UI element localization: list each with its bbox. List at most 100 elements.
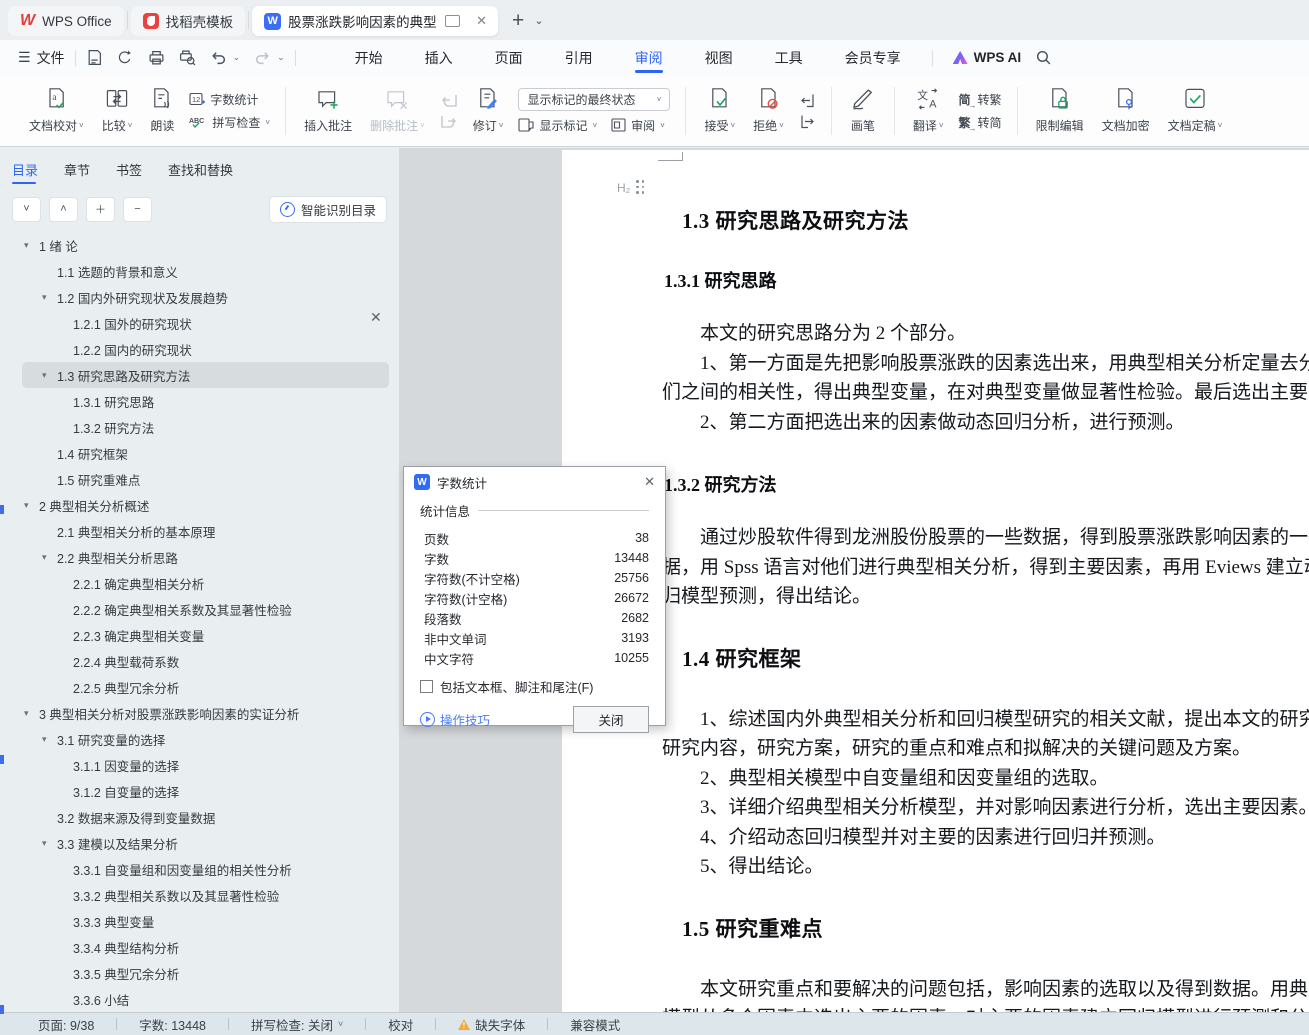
toc-item[interactable]: ▾ 2.1 典型相关分析的基本原理 [0, 518, 399, 544]
collapse-arrow-icon[interactable]: ▾ [24, 500, 39, 511]
doc-line[interactable]: 模型从多个因素中选出主要的因素。对主要的因素建立回归模型进行预测和分析结 [662, 1004, 1309, 1012]
spell-check-button[interactable]: ABC 拼写检查 ˅ [189, 114, 270, 131]
translate-button[interactable]: 文 A 翻译 ˅ [904, 87, 953, 134]
tab-wps-home[interactable]: W WPS Office [8, 6, 124, 36]
undo-icon[interactable] [210, 49, 227, 66]
doc-line[interactable]: 2、典型相关模型中自变量组和因变量组的选取。 [662, 764, 1309, 794]
heading-drag-handle[interactable]: H₂ [617, 180, 646, 195]
toc-item[interactable]: ▾ 3.3.6 小结 [0, 986, 399, 1012]
toc-item[interactable]: ▾ 2.2.2 确定典型相关系数及其显著性检验 [0, 596, 399, 622]
doc-line[interactable]: 4、介绍动态回归模型并对主要的因素进行回归并预测。 [662, 823, 1309, 853]
next-comment-button[interactable] [440, 114, 458, 129]
toc-item[interactable]: ▾ 1 绪 论 [0, 232, 399, 258]
compare-button[interactable]: 比较 ˅ [93, 87, 142, 134]
doc-line[interactable]: 1.4 研究框架 [682, 647, 1309, 671]
page-indicator[interactable]: 页面: 9/38 [38, 1015, 94, 1034]
finalize-document-button[interactable]: 文档定稿 ˅ [1159, 87, 1232, 134]
toc-expand-all-button[interactable]: ＋ [86, 196, 115, 222]
menu-tab[interactable]: 开始 [334, 40, 404, 75]
doc-line[interactable]: 2、第二方面把选出来的因素做动态回归分析，进行预测。 [662, 408, 1309, 438]
toc-item[interactable]: ▾ 1.3.2 研究方法 [0, 414, 399, 440]
delete-comment-button[interactable]: 删除批注 ˅ [361, 87, 434, 134]
collapse-arrow-icon[interactable]: ▾ [42, 552, 57, 563]
save-icon[interactable] [86, 49, 103, 66]
previous-change-button[interactable] [799, 93, 816, 108]
toc-item[interactable]: ▾ 1.2.2 国内的研究现状 [0, 336, 399, 362]
collapse-arrow-icon[interactable]: ▾ [42, 292, 57, 303]
collapse-arrow-icon[interactable]: ▾ [42, 838, 57, 849]
dialog-close-icon[interactable]: ✕ [644, 474, 655, 490]
review-pane-button[interactable]: 审阅 ˅ [611, 117, 665, 134]
doc-proof-button[interactable]: a 文档校对 ˅ [20, 87, 93, 134]
next-change-button[interactable] [799, 114, 816, 129]
previous-comment-button[interactable] [440, 93, 458, 108]
dialog-title-bar[interactable]: W 字数统计 ✕ [404, 467, 665, 497]
doc-line[interactable]: 1、第一方面是先把影响股票涨跌的因素选出来，用典型相关分析定量去分析 [662, 349, 1309, 379]
doc-line[interactable]: 通过炒股软件得到龙洲股份股票的一些数据，得到股票涨跌影响因素的一些数 [662, 523, 1309, 553]
redo-icon[interactable] [254, 49, 271, 66]
tab-current-document[interactable]: W 股票涨跌影响因素的典型相关分析 ✕ [252, 6, 499, 36]
reject-change-button[interactable]: 拒绝 ˅ [744, 87, 793, 134]
read-aloud-button[interactable]: 朗读 [141, 87, 183, 134]
encrypt-document-button[interactable]: 文档加密 [1093, 87, 1159, 134]
spell-check-toggle[interactable]: 拼写检查: 关闭 ˅ [251, 1015, 343, 1034]
sidebar-tab[interactable]: 书签 [116, 148, 142, 190]
toc-item[interactable]: ▾ 2 典型相关分析概述 [0, 492, 399, 518]
doc-line[interactable]: 5、得出结论。 [662, 852, 1309, 882]
collapse-arrow-icon[interactable]: ▾ [42, 734, 57, 745]
file-menu-button[interactable]: ☰ 文件 [18, 48, 65, 68]
menu-tab[interactable]: 会员专享 [824, 40, 922, 75]
toc-item[interactable]: ▾ 3.3 建模以及结果分析 [0, 830, 399, 856]
markup-state-dropdown[interactable]: 显示标记的最终状态 ˅ [518, 87, 671, 111]
quick-toolbar-dropdown-icon[interactable]: ⌄ [277, 52, 285, 63]
proofing-button[interactable]: 校对 [388, 1015, 413, 1034]
doc-line[interactable]: 1、综述国内外典型相关分析和回归模型研究的相关文献，提出本文的研究问题 [662, 705, 1309, 735]
smart-toc-button[interactable]: 智能识别目录 [268, 195, 387, 223]
close-tab-icon[interactable]: ✕ [473, 12, 490, 30]
doc-line[interactable]: 本文的研究思路分为 2 个部分。 [662, 319, 1309, 349]
missing-font-warning[interactable]: 缺失字体 [458, 1015, 525, 1034]
doc-line[interactable]: 研究内容，研究方案，研究的重点和难点和拟解决的关键问题及方案。 [662, 734, 1309, 764]
toc-item[interactable]: ▾ 2.2.4 典型载荷系数 [0, 648, 399, 674]
toc-item[interactable]: ▾ 1.4 研究框架 [0, 440, 399, 466]
undo-dropdown-icon[interactable]: ⌄ [233, 52, 241, 63]
doc-line[interactable]: 1.5 研究重难点 [682, 917, 1309, 941]
toc-item[interactable]: ▾ 3.2 数据来源及得到变量数据 [0, 804, 399, 830]
toc-item[interactable]: ▾ 1.2 国内外研究现状及发展趋势 [0, 284, 399, 310]
toc-item[interactable]: ▾ 1.3.1 研究思路 [0, 388, 399, 414]
toc-item[interactable]: ▾ 1.2.1 国外的研究现状 [0, 310, 399, 336]
toc-item[interactable]: ▾ 3 典型相关分析对股票涨跌影响因素的实证分析 [0, 700, 399, 726]
toc-item[interactable]: ▾ 2.2.1 确定典型相关分析 [0, 570, 399, 596]
simplified-to-traditional-button[interactable]: 简 → 转繁 [959, 91, 1002, 110]
wps-ai-button[interactable]: WPS AI [952, 50, 1021, 65]
doc-line[interactable]: 据，用 Spss 语言对他们进行典型相关分析，得到主要因素，再用 Eviews … [662, 553, 1309, 583]
traditional-to-simplified-button[interactable]: 繁 → 转简 [959, 114, 1002, 133]
doc-line[interactable]: 3、详细介绍典型相关分析模型，并对影响因素进行分析，选出主要因素。 [662, 793, 1309, 823]
toc-item[interactable]: ▾ 3.3.5 典型冗余分析 [0, 960, 399, 986]
toc-item[interactable]: ▾ 2.2.5 典型冗余分析 [0, 674, 399, 700]
toc-item[interactable]: ▾ 2.2 典型相关分析思路 [0, 544, 399, 570]
toc-item[interactable]: ▾ 3.1.2 自变量的选择 [0, 778, 399, 804]
track-changes-button[interactable]: 修订 ˅ [464, 87, 513, 134]
collapse-arrow-icon[interactable]: ▾ [24, 240, 39, 251]
sidebar-tab[interactable]: 目录 [12, 148, 38, 190]
collapse-arrow-icon[interactable]: ▾ [24, 708, 39, 719]
checkbox-icon[interactable] [420, 680, 433, 693]
tab-list-dropdown-icon[interactable]: ⌄ [534, 14, 543, 27]
menu-tab[interactable]: 工具 [754, 40, 824, 75]
doc-line[interactable]: 们之间的相关性，得出典型变量，在对典型变量做显著性检验。最后选出主要的因素 [662, 378, 1309, 408]
toc-item[interactable]: ▾ 3.1.1 因变量的选择 [0, 752, 399, 778]
new-tab-button[interactable]: + [512, 10, 524, 31]
open-in-window-icon[interactable] [445, 15, 461, 27]
doc-line[interactable]: 归模型预测，得出结论。 [662, 582, 1309, 612]
menu-tab[interactable]: 引用 [544, 40, 614, 75]
doc-line[interactable]: 1.3.1 研究思路 [664, 271, 1309, 291]
document-page[interactable]: H₂ 1.3 研究思路及研究方法 1.3.1 研究思路 本文的研究思路分为 2 … [562, 150, 1309, 1012]
doc-line[interactable]: 1.3 研究思路及研究方法 [682, 210, 1309, 233]
toc-item[interactable]: ▾ 1.5 研究重难点 [0, 466, 399, 492]
toc-collapse-up-button[interactable]: ˄ [49, 196, 78, 222]
menu-tab[interactable]: 页面 [474, 40, 544, 75]
print-preview-icon[interactable] [179, 49, 196, 66]
toc-item[interactable]: ▾ 3.3.3 典型变量 [0, 908, 399, 934]
collapse-arrow-icon[interactable]: ▾ [42, 370, 57, 381]
